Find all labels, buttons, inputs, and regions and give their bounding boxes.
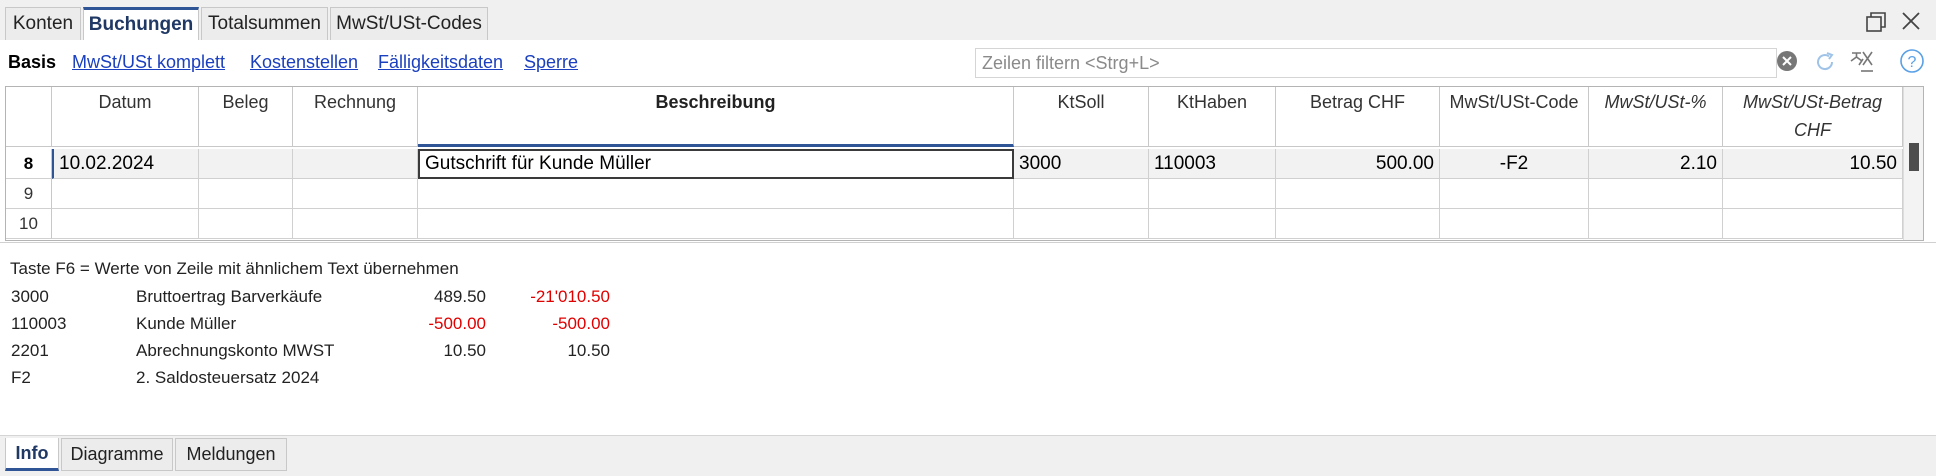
top-tab-bar: Konten Buchungen Totalsummen MwSt/USt-Co… (0, 0, 1936, 41)
info-account-code: F2 (11, 368, 31, 387)
help-icon[interactable]: ? (1899, 48, 1925, 80)
cell-datum[interactable] (52, 209, 199, 239)
info-account-name: Abrechnungskonto MWST (136, 341, 335, 360)
cell-ktsoll[interactable]: 3000 (1014, 149, 1149, 179)
restore-window-icon[interactable] (1864, 10, 1890, 40)
column-header-ktsoll[interactable]: KtSoll (1014, 87, 1149, 147)
view-link-mwst-komplett[interactable]: MwSt/USt komplett (72, 52, 225, 73)
cell-mwst-pct[interactable] (1589, 209, 1723, 239)
accounting-window: Konten Buchungen Totalsummen MwSt/USt-Co… (0, 0, 1936, 476)
tab-konten[interactable]: Konten (5, 7, 81, 40)
info-balance: -21'010.50 (530, 287, 610, 306)
row-number[interactable]: 9 (6, 179, 52, 209)
filter-input[interactable] (976, 49, 1776, 77)
cell-datum[interactable] (52, 179, 199, 209)
refresh-icon[interactable] (1813, 50, 1837, 80)
cell-mwst-betrag[interactable] (1723, 209, 1903, 239)
cell-betrag[interactable]: 500.00 (1276, 149, 1440, 179)
column-header-beschreibung[interactable]: Beschreibung (418, 87, 1014, 147)
view-link-faelligkeitsdaten[interactable]: Fälligkeitsdaten (378, 52, 503, 73)
cell-kthaben[interactable]: 110003 (1149, 149, 1276, 179)
column-header-datum[interactable]: Datum (52, 87, 199, 147)
info-panel: Taste F6 = Werte von Zeile mit ähnlichem… (0, 242, 1936, 435)
cell-betrag[interactable] (1276, 179, 1440, 209)
tab-buchungen[interactable]: Buchungen (83, 7, 199, 41)
column-header-mwst-betrag[interactable]: MwSt/USt-Betrag CHF (1723, 87, 1903, 147)
cell-beleg[interactable] (199, 149, 293, 179)
cell-beschreibung[interactable] (418, 209, 1014, 239)
cell-kthaben[interactable] (1149, 209, 1276, 239)
tab-info[interactable]: Info (5, 438, 59, 471)
scrollbar-thumb[interactable] (1909, 143, 1919, 171)
cell-beleg[interactable] (199, 179, 293, 209)
cell-beleg[interactable] (199, 209, 293, 239)
cell-mwst-code[interactable] (1440, 209, 1589, 239)
filter-off-icon[interactable] (1848, 49, 1876, 81)
cell-datum[interactable]: 10.02.2024 (52, 149, 199, 179)
bottom-tab-bar: Info Diagramme Meldungen (0, 435, 1936, 476)
info-amount: -500.00 (428, 314, 486, 333)
info-account-code: 110003 (11, 314, 67, 333)
cell-betrag[interactable] (1276, 209, 1440, 239)
info-account-code: 2201 (11, 341, 49, 360)
info-line: 3000 Bruttoertrag Barverkäufe 489.50 -21… (0, 287, 700, 314)
column-header-kthaben[interactable]: KtHaben (1149, 87, 1276, 147)
cell-rechnung[interactable] (293, 179, 418, 209)
cell-mwst-betrag[interactable]: 10.50 (1723, 149, 1903, 179)
row-number[interactable]: 10 (6, 209, 52, 239)
column-header-rechnung[interactable]: Rechnung (293, 87, 418, 147)
tab-totalsummen[interactable]: Totalsummen (201, 7, 328, 40)
column-header-mwst-pct[interactable]: MwSt/USt-% (1589, 87, 1723, 147)
cell-mwst-pct[interactable]: 2.10 (1589, 149, 1723, 179)
row-header-corner (6, 87, 52, 147)
column-header-beleg[interactable]: Beleg (199, 87, 293, 147)
cell-mwst-pct[interactable] (1589, 179, 1723, 209)
column-header-betrag[interactable]: Betrag CHF (1276, 87, 1440, 147)
info-balance: 10.50 (567, 341, 610, 360)
tab-diagramme[interactable]: Diagramme (61, 438, 173, 471)
cell-editor-beschreibung[interactable]: Gutschrift für Kunde Müller (418, 149, 1014, 179)
tab-meldungen[interactable]: Meldungen (175, 438, 287, 471)
view-basis[interactable]: Basis (8, 52, 56, 73)
cell-mwst-code[interactable]: -F2 (1440, 149, 1589, 179)
info-line: F2 2. Saldosteuersatz 2024 (0, 368, 700, 395)
cell-ktsoll[interactable] (1014, 179, 1149, 209)
cell-beschreibung[interactable] (418, 179, 1014, 209)
filter-box (975, 48, 1777, 78)
info-account-name: 2. Saldosteuersatz 2024 (136, 368, 320, 387)
info-line: 2201 Abrechnungskonto MWST 10.50 10.50 (0, 341, 700, 368)
svg-text:?: ? (1908, 54, 1917, 71)
info-account-name: Kunde Müller (136, 314, 237, 333)
info-amount: 10.50 (443, 341, 486, 360)
cell-mwst-code[interactable] (1440, 179, 1589, 209)
vertical-scrollbar[interactable] (1903, 87, 1923, 240)
view-link-sperre[interactable]: Sperre (524, 52, 578, 73)
cell-rechnung[interactable] (293, 209, 418, 239)
info-amount: 489.50 (434, 287, 486, 306)
info-balance: -500.00 (552, 314, 610, 333)
cell-rechnung[interactable] (293, 149, 418, 179)
close-icon[interactable] (1900, 10, 1922, 38)
tab-mwst-codes[interactable]: MwSt/USt-Codes (330, 7, 488, 40)
info-line: 110003 Kunde Müller -500.00 -500.00 (0, 314, 700, 341)
cell-ktsoll[interactable] (1014, 209, 1149, 239)
bookings-table: Datum Beleg Rechnung Beschreibung KtSoll… (5, 86, 1924, 241)
clear-filter-icon[interactable] (1776, 50, 1798, 78)
info-account-code: 3000 (11, 287, 49, 306)
info-hint: Taste F6 = Werte von Zeile mit ähnlichem… (10, 259, 459, 278)
view-bar: Basis MwSt/USt komplett Kostenstellen Fä… (0, 40, 1936, 85)
cell-kthaben[interactable] (1149, 179, 1276, 209)
view-link-kostenstellen[interactable]: Kostenstellen (250, 52, 358, 73)
cell-mwst-betrag[interactable] (1723, 179, 1903, 209)
column-header-mwst-code[interactable]: MwSt/USt-Code (1440, 87, 1589, 147)
row-number[interactable]: 8 (6, 149, 52, 179)
info-account-name: Bruttoertrag Barverkäufe (136, 287, 323, 306)
